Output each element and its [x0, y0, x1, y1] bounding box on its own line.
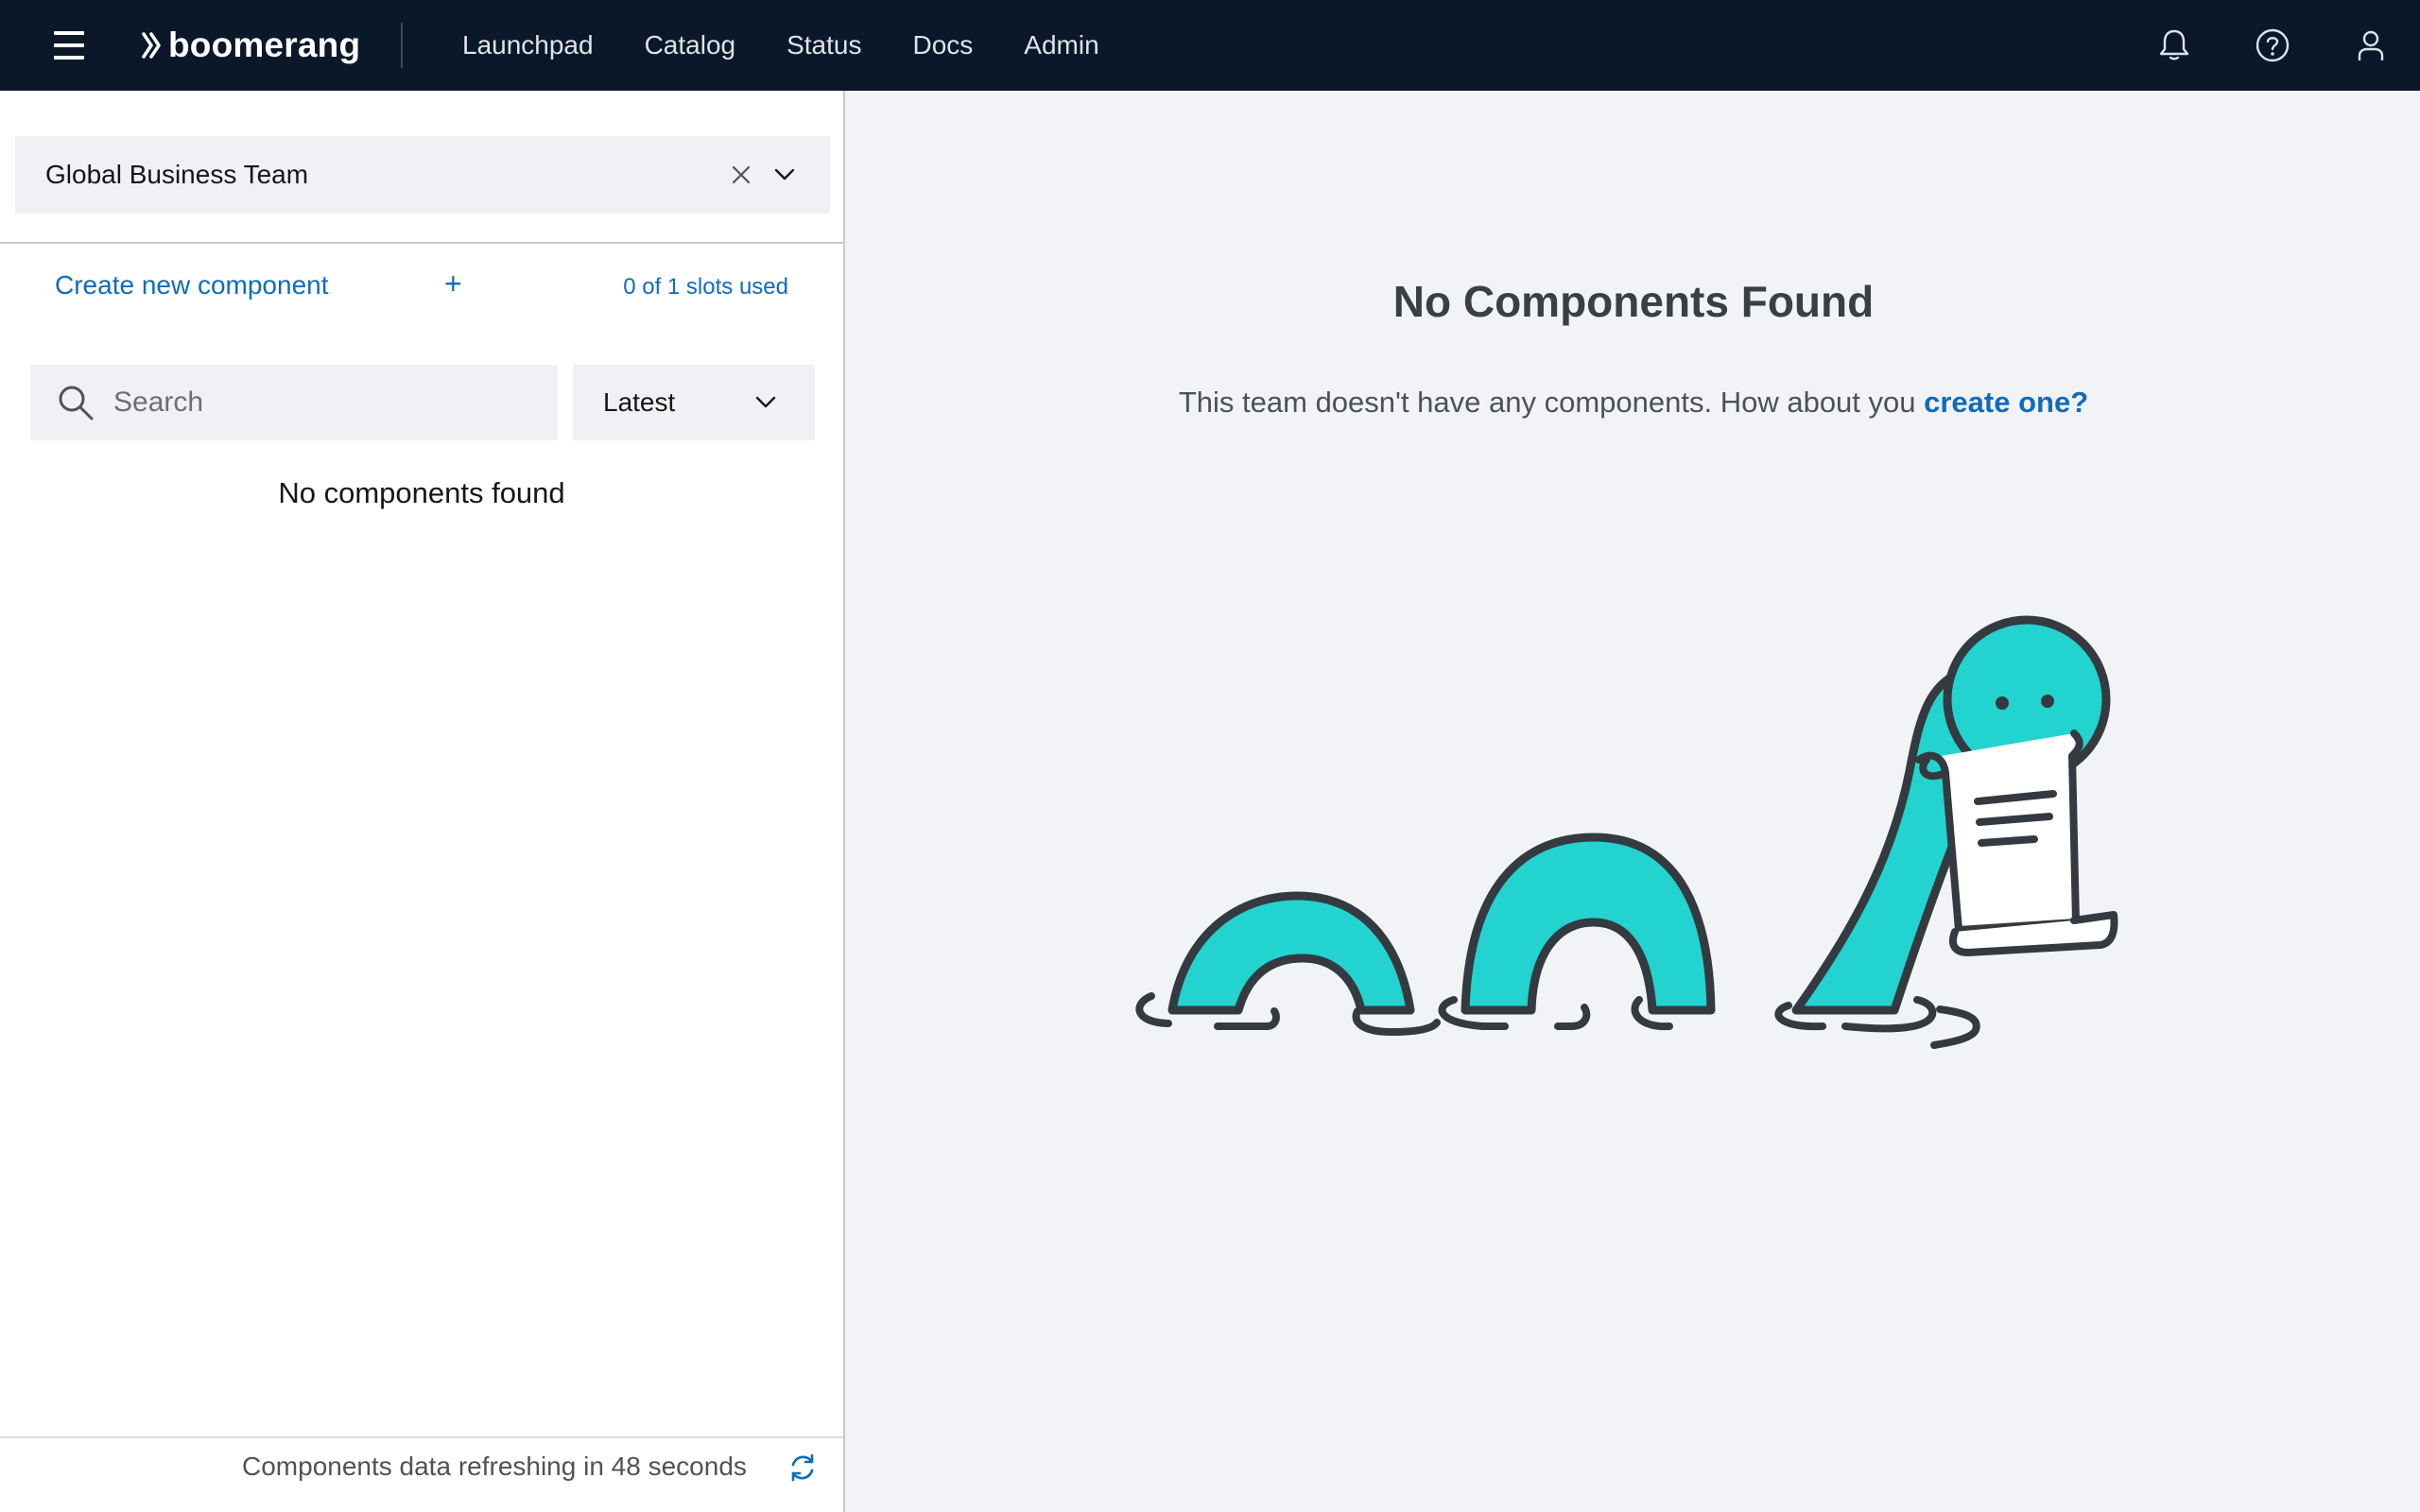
close-icon[interactable] [726, 160, 756, 190]
team-select-value: Global Business Team [45, 160, 309, 189]
user-icon[interactable] [2322, 0, 2420, 91]
search-input[interactable] [113, 387, 529, 419]
top-header: boomerang Launchpad Catalog Status Docs … [0, 0, 2420, 91]
main-content: No Components Found This team doesn't ha… [847, 91, 2420, 1512]
create-one-link[interactable]: create one? [1924, 386, 2088, 419]
header-divider [401, 23, 403, 68]
search-icon [59, 386, 94, 421]
divider [0, 242, 843, 244]
sea-monster-illustration [1135, 615, 2118, 1049]
sort-select-value: Latest [603, 387, 676, 417]
brand-logo[interactable]: boomerang [142, 21, 360, 70]
add-component-button[interactable]: + [444, 266, 462, 301]
empty-list-message: No components found [278, 476, 565, 509]
search-box[interactable] [30, 365, 558, 440]
main-nav: Launchpad Catalog Status Docs Admin [437, 0, 1125, 91]
slots-used: 0 of 1 slots used [623, 274, 788, 300]
sort-select[interactable]: Latest [573, 365, 815, 440]
brand-name: boomerang [168, 26, 361, 64]
refresh-icon[interactable] [786, 1452, 819, 1484]
nav-admin[interactable]: Admin [998, 30, 1124, 60]
divider [0, 1436, 843, 1438]
nav-catalog[interactable]: Catalog [619, 30, 762, 60]
refresh-status: Components data refreshing in 48 seconds [242, 1452, 747, 1481]
help-icon[interactable] [2223, 0, 2322, 91]
menu-icon[interactable] [49, 26, 89, 64]
component-sidebar: Global Business Team Create new componen… [0, 91, 845, 1512]
create-component-link[interactable]: Create new component [55, 270, 329, 301]
team-select[interactable]: Global Business Team [15, 136, 830, 214]
chevron-down-icon [751, 387, 781, 418]
nav-docs[interactable]: Docs [887, 30, 998, 60]
page-title: No Components Found [1392, 277, 1875, 326]
notification-icon[interactable] [2125, 0, 2223, 91]
nav-launchpad[interactable]: Launchpad [437, 30, 619, 60]
empty-state-message: This team doesn't have any components. H… [847, 386, 2420, 420]
empty-state-text: This team doesn't have any components. H… [1178, 386, 1925, 419]
brand-chevron-icon [142, 32, 161, 59]
chevron-down-icon[interactable] [769, 160, 800, 190]
nav-status[interactable]: Status [761, 30, 887, 60]
header-actions [2125, 0, 2420, 91]
